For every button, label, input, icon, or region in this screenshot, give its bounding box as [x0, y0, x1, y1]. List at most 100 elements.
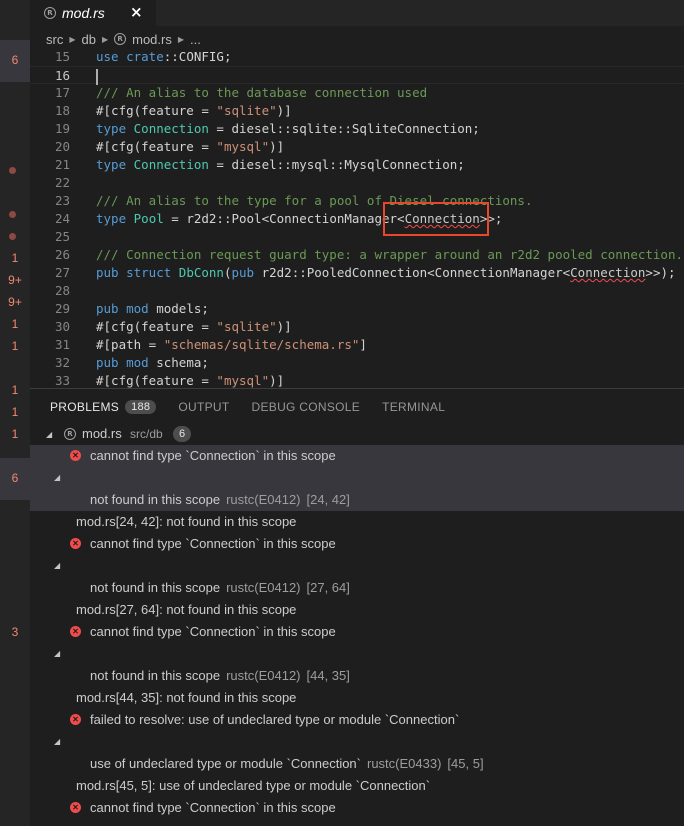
code-text: type Connection = diesel::mysql::MysqlCo…	[96, 156, 465, 174]
problem-detail[interactable]: not found in this scope rustc(E0412) [24, …	[30, 489, 684, 511]
activity-gutter: 6 1 9+ 9+ 1 1 1 1 1 6 3	[0, 0, 30, 826]
tab-mod-rs[interactable]: R mod.rs ×	[30, 0, 156, 26]
code-token: r2d2::PooledConnection<ConnectionManager…	[261, 265, 571, 280]
code-token: ::CONFIG;	[163, 49, 232, 64]
related-information[interactable]: mod.rs[24, 42]: not found in this scope	[30, 511, 684, 533]
code-text: #[cfg(feature = "sqlite")]	[96, 318, 292, 336]
code-line[interactable]: 26 /// Connection request guard type: a w…	[30, 246, 684, 264]
triangle-down-icon[interactable]: ◢	[54, 643, 60, 665]
code-token: )]	[269, 373, 285, 388]
code-line[interactable]: 27 pub struct DbConn(pub r2d2::PooledConn…	[30, 264, 684, 282]
code-line[interactable]: 30 #[cfg(feature = "sqlite")]	[30, 318, 684, 336]
error-icon: ✕	[70, 450, 81, 461]
code-line[interactable]: 28	[30, 282, 684, 300]
rust-file-icon: R	[44, 7, 56, 19]
code-line[interactable]: 17 /// An alias to the database connectio…	[30, 84, 684, 102]
line-number: 17	[54, 85, 70, 100]
problem-item[interactable]: ✕ cannot find type `Connection` in this s…	[30, 621, 684, 643]
problem-item[interactable]: ✕ cannot find type `Connection` in this s…	[30, 445, 684, 467]
line-number: 16	[54, 68, 70, 83]
code-line[interactable]: 18 #[cfg(feature = "sqlite")]	[30, 102, 684, 120]
tab-debug-console[interactable]: DEBUG CONSOLE	[252, 400, 361, 414]
gutter-badge: 1	[11, 339, 19, 353]
triangle-down-icon[interactable]: ◢	[54, 555, 60, 577]
code-text: pub struct DbConn(pub r2d2::PooledConnec…	[96, 264, 676, 282]
related-information[interactable]: mod.rs[44, 35]: not found in this scope	[30, 687, 684, 709]
code-token: #[cfg(feature =	[96, 103, 217, 118]
line-number: 30	[54, 319, 70, 334]
code-token: /// Connection request guard type: a wra…	[96, 247, 683, 262]
problem-code: rustc(E0412)	[226, 580, 301, 595]
code-line[interactable]: 20 #[cfg(feature = "mysql")]	[30, 138, 684, 156]
code-token: models;	[156, 301, 209, 316]
related-info-text: mod.rs[24, 42]: not found in this scope	[76, 514, 297, 529]
code-token: "mysql"	[216, 139, 270, 154]
code-line[interactable]: 25	[30, 228, 684, 246]
triangle-down-icon[interactable]: ◢	[54, 467, 60, 489]
related-info-text: mod.rs[45, 5]: use of undeclared type or…	[76, 778, 431, 793]
bottom-panel: PROBLEMS 188 OUTPUT DEBUG CONSOLE TERMIN…	[30, 388, 684, 826]
problem-message: cannot find type `Connection` in this sc…	[90, 800, 336, 815]
gutter-badge: 9+	[8, 295, 22, 309]
problem-detail[interactable]: not found in this scope rustc(E0412) [27, …	[30, 577, 684, 599]
related-info-text: mod.rs[27, 64]: not found in this scope	[76, 602, 297, 617]
error-icon: ✕	[70, 714, 81, 725]
code-text: pub mod models;	[96, 300, 209, 318]
problem-detail-text: not found in this scope rustc(E0412) [27, …	[90, 577, 350, 599]
line-number: 27	[54, 265, 70, 280]
breadcrumb-db[interactable]: db	[82, 32, 96, 47]
line-number: 26	[54, 247, 70, 262]
close-icon[interactable]: ×	[130, 3, 143, 21]
line-number: 33	[54, 373, 70, 388]
gutter-badge: 6	[11, 471, 19, 485]
problem-position: [27, 64]	[306, 580, 350, 595]
code-token: pub	[231, 265, 262, 280]
code-line[interactable]: 31 #[path = "schemas/sqlite/schema.rs"]	[30, 336, 684, 354]
code-line[interactable]: 21 type Connection = diesel::mysql::Mysql…	[30, 156, 684, 174]
code-editor[interactable]: 15 use crate::CONFIG;16 17 /// An alias to …	[30, 48, 684, 388]
code-line[interactable]: 33 #[cfg(feature = "mysql")]	[30, 372, 684, 388]
problem-detail-toggle-row: ◢	[30, 731, 684, 753]
breadcrumb-src[interactable]: src	[46, 32, 63, 47]
code-line[interactable]: 19 type Connection = diesel::sqlite::Sqli…	[30, 120, 684, 138]
tab-output[interactable]: OUTPUT	[178, 400, 229, 414]
problems-file-row[interactable]: ◢ R mod.rs src/db 6	[30, 423, 684, 445]
line-number: 31	[54, 337, 70, 352]
problem-item[interactable]: ✕ cannot find type `Connection` in this s…	[30, 797, 684, 819]
line-number: 22	[54, 175, 70, 190]
related-information[interactable]: mod.rs[45, 5]: use of undeclared type or…	[30, 775, 684, 797]
error-icon: ✕	[70, 626, 81, 637]
related-information[interactable]: mod.rs[27, 64]: not found in this scope	[30, 599, 684, 621]
code-token: "schemas/sqlite/schema.rs"	[163, 337, 360, 352]
code-token: )]	[276, 319, 292, 334]
code-line[interactable]: 24 type Pool = r2d2::Pool<ConnectionManag…	[30, 210, 684, 228]
problem-item[interactable]: ✕ cannot find type `Connection` in this s…	[30, 533, 684, 555]
problem-detail-message: not found in this scope	[90, 580, 221, 595]
problem-code: rustc(E0412)	[226, 668, 301, 683]
problem-position: [44, 35]	[306, 668, 350, 683]
code-line[interactable]: 22	[30, 174, 684, 192]
line-number: 25	[54, 229, 70, 244]
breadcrumb-file[interactable]: mod.rs	[132, 32, 172, 47]
code-line[interactable]: 15 use crate::CONFIG;	[30, 48, 684, 66]
problem-detail[interactable]: not found in this scope rustc(E0412) [44, …	[30, 665, 684, 687]
breadcrumb-symbols[interactable]: ...	[190, 32, 201, 47]
problem-detail-toggle-row: ◢	[30, 643, 684, 665]
triangle-down-icon[interactable]: ◢	[46, 424, 52, 446]
problem-detail-message: use of undeclared type or module `Connec…	[90, 756, 361, 771]
problem-detail[interactable]: use of undeclared type or module `Connec…	[30, 753, 684, 775]
code-token: type	[96, 157, 134, 172]
problems-file-name: mod.rs	[82, 426, 122, 441]
code-line[interactable]: 23/// An alias to the type for a pool of…	[30, 192, 684, 210]
problem-item[interactable]: ✕ failed to resolve: use of undeclared ty…	[30, 709, 684, 731]
triangle-down-icon[interactable]: ◢	[54, 731, 60, 753]
code-line[interactable]: 32 pub mod schema;	[30, 354, 684, 372]
code-token: #[cfg(feature =	[96, 319, 217, 334]
code-line[interactable]: 16	[30, 66, 684, 85]
code-line[interactable]: 29 pub mod models;	[30, 300, 684, 318]
tab-terminal[interactable]: TERMINAL	[382, 400, 445, 414]
problem-detail-text: not found in this scope rustc(E0412) [24, …	[90, 489, 350, 511]
problems-file-path: src/db	[130, 427, 163, 441]
tab-problems[interactable]: PROBLEMS 188	[50, 400, 157, 414]
problem-message: cannot find type `Connection` in this sc…	[90, 536, 336, 551]
